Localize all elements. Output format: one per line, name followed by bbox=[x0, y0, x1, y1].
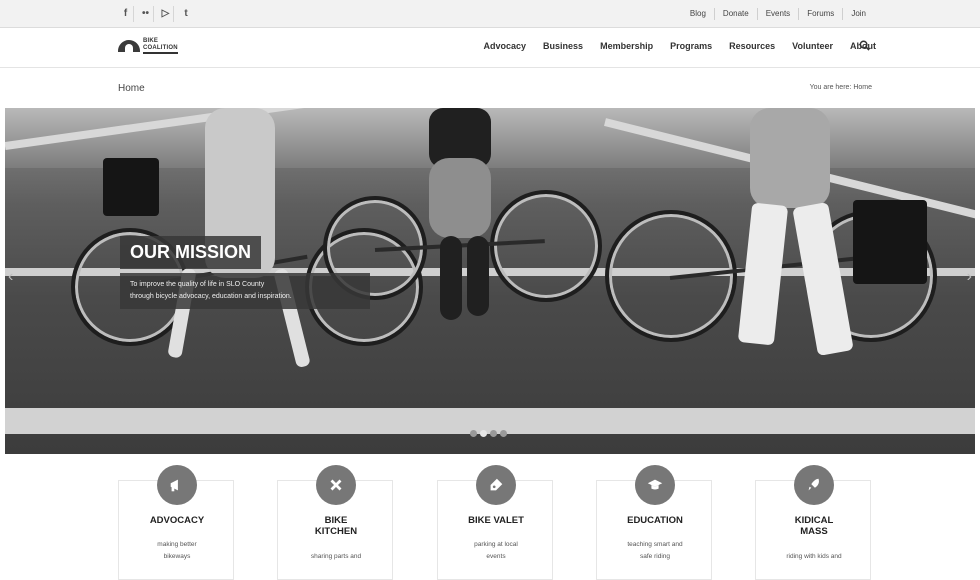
nav-item-advocacy[interactable]: Advocacy bbox=[484, 41, 527, 51]
slider-dot-active[interactable] bbox=[480, 430, 487, 437]
page-header: Home You are here: Home bbox=[0, 68, 980, 108]
breadcrumb: You are here: Home bbox=[809, 84, 872, 91]
card-description-line: teaching smart and bbox=[627, 541, 683, 548]
program-card-bike-kitchen[interactable]: BIKE KITCHEN sharing parts and bbox=[277, 465, 394, 580]
card-icon-circle bbox=[316, 465, 356, 505]
bicycle-pannier bbox=[853, 200, 927, 284]
tag-icon bbox=[490, 478, 503, 491]
nav-item-volunteer[interactable]: Volunteer bbox=[792, 41, 833, 51]
twitter-icon[interactable]: t bbox=[178, 6, 194, 22]
rider-leg bbox=[737, 202, 789, 346]
card-description-line: bikeways bbox=[163, 553, 191, 560]
nav-item-resources[interactable]: Resources bbox=[729, 41, 775, 51]
card-title-line: MASS bbox=[800, 526, 828, 537]
card-description-line: safe riding bbox=[640, 553, 670, 560]
card-title-line: BIKE bbox=[324, 515, 348, 526]
top-link-events[interactable]: Events bbox=[756, 8, 798, 20]
rider-boot bbox=[440, 236, 462, 320]
slider-dot[interactable] bbox=[490, 430, 497, 437]
card-title: BIKE VALET bbox=[468, 515, 524, 526]
card-title-line: KIDICAL bbox=[794, 515, 834, 526]
hero-slider[interactable]: OUR MISSION To improve the quality of li… bbox=[5, 108, 975, 454]
nav-item-membership[interactable]: Membership bbox=[600, 41, 653, 51]
rider bbox=[429, 158, 491, 238]
card-description: making better bikeways bbox=[119, 539, 235, 563]
main-menu: Advocacy Business Membership Programs Re… bbox=[484, 41, 876, 51]
rocket-icon bbox=[808, 478, 819, 491]
card-title: ADVOCACY bbox=[149, 515, 205, 526]
social-links: f •• ▷ t bbox=[118, 6, 194, 22]
top-links: Blog Donate Events Forums Join bbox=[682, 8, 874, 20]
top-link-forums[interactable]: Forums bbox=[798, 8, 842, 20]
graduation-cap-icon bbox=[647, 479, 663, 490]
card-icon-circle bbox=[157, 465, 197, 505]
logo-mark bbox=[118, 40, 140, 52]
slider-next-arrow-icon[interactable]: › bbox=[967, 268, 972, 286]
card-description-line: sharing parts and bbox=[310, 553, 362, 560]
card-description: teaching smart and safe riding bbox=[597, 539, 713, 563]
bicycle-basket bbox=[103, 158, 159, 216]
card-title: EDUCATION bbox=[627, 515, 683, 526]
card-title: BIKE KITCHEN bbox=[278, 515, 394, 537]
card-description-line: making better bbox=[157, 541, 197, 548]
mission-caption: OUR MISSION To improve the quality of li… bbox=[120, 236, 370, 309]
card-description-line: riding with kids and bbox=[786, 553, 842, 560]
bicycle-wheel bbox=[490, 190, 602, 302]
program-card-bike-valet[interactable]: BIKE VALET parking at local events bbox=[437, 465, 554, 580]
top-utility-bar: f •• ▷ t Blog Donate Events Forums Join bbox=[0, 0, 980, 28]
card-description: parking at local events bbox=[438, 539, 554, 563]
mission-text: To improve the quality of life in SLO Co… bbox=[120, 273, 370, 309]
site-logo[interactable]: BIKE COALITION bbox=[118, 38, 178, 54]
card-description: sharing parts and bbox=[278, 551, 394, 563]
card-icon-circle bbox=[476, 465, 516, 505]
top-link-join[interactable]: Join bbox=[842, 8, 874, 20]
card-description: riding with kids and bbox=[756, 551, 872, 563]
card-description-line: parking at local bbox=[474, 541, 518, 548]
nav-item-programs[interactable]: Programs bbox=[670, 41, 712, 51]
facebook-icon[interactable]: f bbox=[118, 6, 134, 22]
rider-boot bbox=[467, 236, 489, 316]
wrench-icon bbox=[330, 479, 342, 491]
slider-dot[interactable] bbox=[470, 430, 477, 437]
card-title-line: KITCHEN bbox=[314, 526, 358, 537]
flickr-icon[interactable]: •• bbox=[138, 6, 154, 22]
card-icon-circle bbox=[794, 465, 834, 505]
program-card-advocacy[interactable]: ADVOCACY making better bikeways bbox=[118, 465, 235, 580]
youtube-icon[interactable]: ▷ bbox=[158, 6, 174, 22]
nav-item-business[interactable]: Business bbox=[543, 41, 583, 51]
card-description-line: events bbox=[486, 553, 506, 560]
card-icon-circle bbox=[635, 465, 675, 505]
program-cards: ADVOCACY making better bikeways BIKE KIT… bbox=[0, 454, 980, 580]
program-card-education[interactable]: EDUCATION teaching smart and safe riding bbox=[596, 465, 713, 580]
main-navbar: BIKE COALITION Advocacy Business Membersh… bbox=[0, 28, 980, 68]
slider-dot[interactable] bbox=[500, 430, 507, 437]
top-link-blog[interactable]: Blog bbox=[682, 8, 714, 20]
slider-pagination bbox=[470, 430, 507, 437]
mission-text-line: To improve the quality of life in SLO Co… bbox=[130, 281, 265, 288]
search-icon[interactable] bbox=[859, 40, 870, 51]
top-link-donate[interactable]: Donate bbox=[713, 8, 757, 20]
card-title: KIDICAL MASS bbox=[756, 515, 872, 537]
megaphone-icon bbox=[170, 479, 178, 492]
mission-title: OUR MISSION bbox=[120, 236, 262, 269]
page-title: Home bbox=[118, 83, 145, 94]
slider-prev-arrow-icon[interactable]: ‹ bbox=[8, 268, 13, 286]
rider bbox=[750, 108, 830, 208]
program-card-kidical-mass[interactable]: KIDICAL MASS riding with kids and bbox=[755, 465, 872, 580]
mission-text-line: through bicycle advocacy, education and … bbox=[130, 293, 292, 300]
logo-wordmark: BIKE COALITION bbox=[143, 38, 178, 54]
